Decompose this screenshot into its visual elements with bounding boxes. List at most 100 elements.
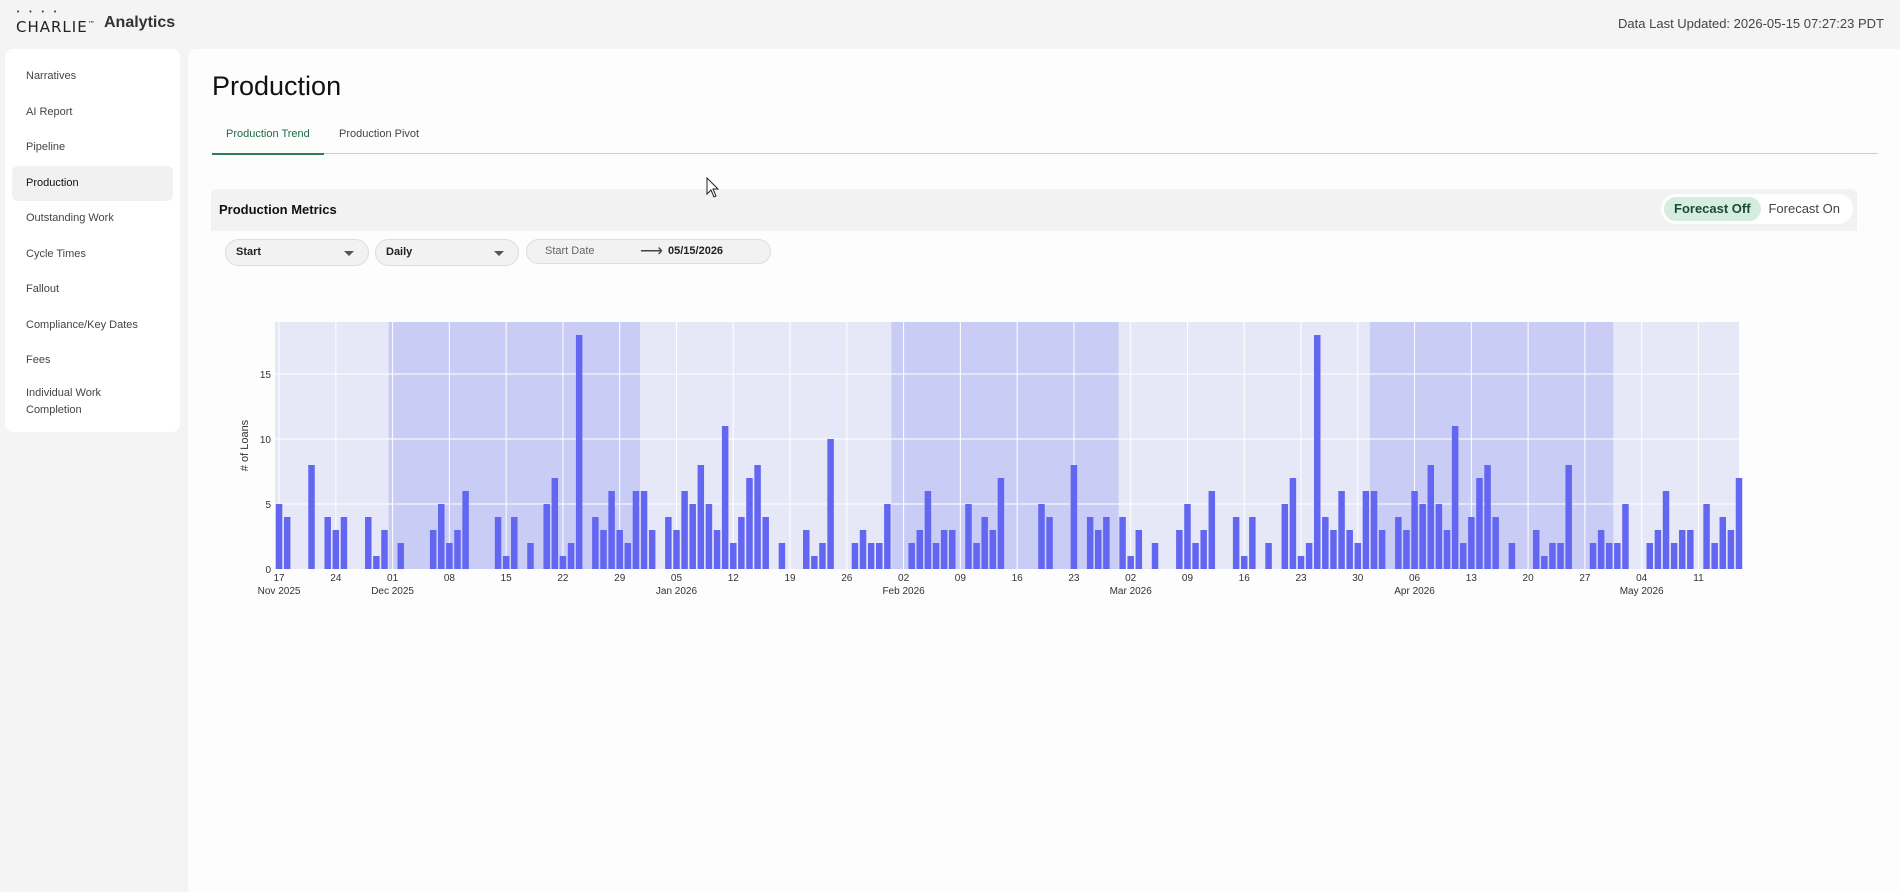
bar (1532, 530, 1540, 569)
x-tick-label: 06 (1409, 573, 1421, 584)
bar (559, 556, 567, 569)
bar (543, 504, 550, 569)
bar (1468, 517, 1475, 569)
bar (1330, 530, 1337, 569)
bar (851, 543, 859, 569)
bar (1678, 530, 1686, 569)
charlie-logo[interactable]: • • • • CHARLIE™ (16, 8, 96, 36)
metrics-title: Production Metrics (219, 202, 337, 217)
bar (1727, 530, 1735, 569)
sidebar-item-production[interactable]: Production (12, 165, 173, 201)
x-tick-label: 20 (1523, 573, 1535, 584)
x-tick-label: 29 (614, 573, 626, 584)
end-date-input[interactable]: 05/15/2026 (668, 245, 723, 257)
x-tick-label: 15 (501, 573, 513, 584)
x-tick-sublabel: Jan 2026 (656, 586, 698, 596)
sidebar-item-compliance-key-dates[interactable]: Compliance/Key Dates (12, 308, 173, 344)
bar (438, 504, 445, 569)
x-tick-label: 24 (330, 573, 342, 584)
bar (981, 517, 988, 569)
bar (1719, 517, 1727, 569)
bar (502, 556, 510, 569)
bar (778, 543, 786, 569)
bar (1192, 543, 1199, 569)
forecast-on-button[interactable]: Forecast On (1758, 197, 1850, 221)
bar (1378, 530, 1386, 569)
bar (867, 543, 875, 569)
sidebar: Narratives AI Report Pipeline Production… (5, 49, 180, 432)
bar (1362, 491, 1370, 569)
bar (665, 517, 672, 569)
tab-bar: Production Trend Production Pivot (212, 127, 1878, 155)
bar (1492, 517, 1499, 569)
sidebar-item-individual-work-completion[interactable]: Individual Work Completion (12, 379, 173, 423)
tab-production-trend[interactable]: Production Trend (212, 127, 324, 155)
milestone-select[interactable]: Start (225, 239, 369, 266)
bar (373, 556, 380, 569)
x-tick-label: 30 (1352, 573, 1364, 584)
bar (511, 517, 518, 569)
tab-production-pivot[interactable]: Production Pivot (325, 127, 433, 154)
bar (446, 543, 453, 569)
metrics-header: Production Metrics Forecast Off Forecast… (211, 189, 1857, 231)
bar (616, 530, 623, 569)
bar (754, 465, 761, 569)
bar (1549, 543, 1556, 569)
bar (600, 530, 607, 569)
bar (648, 530, 656, 569)
bar (527, 543, 534, 569)
bar (1127, 556, 1134, 569)
mouse-cursor-icon (706, 177, 720, 198)
bar (997, 478, 1005, 569)
bar (689, 504, 696, 569)
bar (1313, 335, 1321, 569)
x-tick-label: 23 (1068, 573, 1080, 584)
sidebar-item-narratives[interactable]: Narratives (12, 59, 173, 95)
bar (1670, 543, 1678, 569)
start-date-input[interactable]: Start Date (545, 245, 595, 257)
bar (884, 504, 891, 569)
forecast-off-button[interactable]: Forecast Off (1664, 197, 1761, 221)
bar (640, 491, 648, 569)
bar (454, 530, 461, 569)
interval-select[interactable]: Daily (375, 239, 519, 266)
x-tick-label: 19 (784, 573, 796, 584)
bar (1103, 517, 1110, 569)
date-range-picker[interactable]: Start Date ⟶ 05/15/2026 (526, 239, 771, 264)
bar (1427, 465, 1435, 569)
x-tick-label: 02 (898, 573, 910, 584)
x-tick-label: 05 (671, 573, 683, 584)
bar (1322, 517, 1329, 569)
bar (965, 504, 972, 569)
production-chart: 05101517Nov 202524 01Dec 202508 15 22 29 05Ja… (239, 322, 1743, 596)
bar (1622, 504, 1629, 569)
app-name: Analytics (104, 14, 176, 31)
last-updated-text: Data Last Updated: 2026-05-15 07:27:23 P… (1618, 16, 1884, 31)
bar (608, 491, 615, 569)
sidebar-item-cycle-times[interactable]: Cycle Times (12, 237, 173, 273)
sidebar-item-pipeline[interactable]: Pipeline (12, 130, 173, 166)
bar (1735, 478, 1743, 569)
arrow-right-icon: ⟶ (640, 243, 663, 260)
bar (924, 491, 932, 569)
bar (1711, 543, 1718, 569)
bar (1646, 543, 1654, 569)
sidebar-item-fees[interactable]: Fees (12, 343, 173, 379)
bar (940, 530, 948, 569)
bar (705, 504, 713, 569)
bar (1451, 426, 1459, 569)
bar (746, 478, 753, 569)
sidebar-item-fallout[interactable]: Fallout (12, 272, 173, 308)
sidebar-item-outstanding-work[interactable]: Outstanding Work (12, 201, 173, 237)
x-tick-label: 12 (728, 573, 740, 584)
bar (1557, 543, 1564, 569)
x-tick-label: 16 (1239, 573, 1251, 584)
bar (1419, 504, 1426, 569)
bar (397, 543, 404, 569)
bar (1289, 478, 1297, 569)
chevron-down-icon (494, 251, 504, 256)
x-tick-label: 23 (1295, 573, 1307, 584)
sidebar-item-ai-report[interactable]: AI Report (12, 95, 173, 131)
bar (1346, 530, 1353, 569)
bar (1541, 556, 1548, 569)
